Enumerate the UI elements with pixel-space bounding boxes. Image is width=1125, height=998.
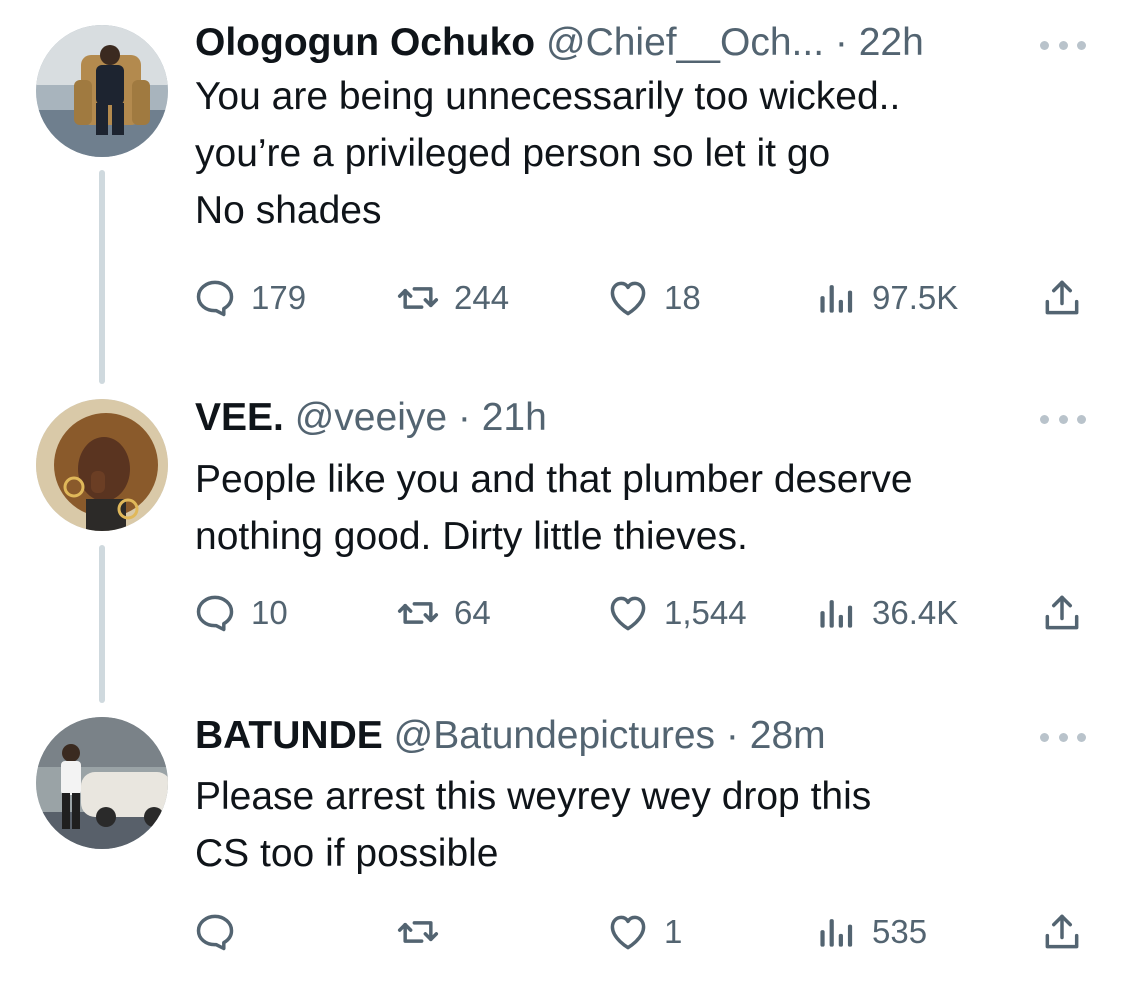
- tweet-text-line: nothing good. Dirty little thieves.: [195, 515, 748, 558]
- like-count: 18: [664, 279, 701, 316]
- reply-icon: [196, 914, 234, 951]
- tweet[interactable]: BATUNDE @Batundepictures · 28m Please ar…: [0, 713, 1125, 983]
- more-icon[interactable]: [1040, 730, 1086, 744]
- avatar-photo: [36, 25, 168, 157]
- tweet[interactable]: Ologogun Ochuko @Chief__Och... · 22h You…: [0, 20, 1125, 340]
- tweet[interactable]: VEE. @veeiye · 21h People like you and t…: [0, 395, 1125, 655]
- retweet-count: 64: [454, 594, 491, 631]
- avatar[interactable]: [36, 399, 168, 531]
- user-handle[interactable]: @Chief__Och...: [546, 21, 824, 64]
- tweet-header: VEE. @veeiye · 21h: [195, 395, 547, 441]
- tweet-text-line: You are being unnecessarily too wicked..: [195, 75, 901, 118]
- user-handle[interactable]: @veeiye: [295, 396, 447, 439]
- like-button[interactable]: 1: [606, 909, 682, 955]
- views-button[interactable]: 36.4K: [814, 590, 958, 636]
- views-count: 97.5K: [872, 279, 959, 316]
- user-handle[interactable]: @Batundepictures: [394, 714, 715, 757]
- more-icon[interactable]: [1040, 412, 1086, 426]
- like-icon: [610, 281, 646, 316]
- tweet-text-line: People like you and that plumber deserve: [195, 458, 913, 501]
- separator-dot: ·: [834, 21, 848, 64]
- tweet-text-line: No shades: [195, 189, 382, 232]
- display-name[interactable]: Ologogun Ochuko: [195, 21, 535, 64]
- share-button[interactable]: [1040, 590, 1084, 636]
- tweet-header: Ologogun Ochuko @Chief__Och... · 22h: [195, 20, 924, 66]
- retweet-button[interactable]: [396, 909, 454, 955]
- separator-dot: ·: [457, 396, 471, 439]
- reply-icon: [196, 280, 234, 317]
- retweet-button[interactable]: 244: [396, 275, 509, 321]
- views-count: 535: [872, 913, 928, 950]
- share-icon: [1045, 280, 1079, 315]
- tweet-text: People like you and that plumber deserve…: [195, 451, 913, 565]
- retweet-count: 244: [454, 279, 510, 316]
- avatar[interactable]: [36, 717, 168, 849]
- timestamp[interactable]: 28m: [750, 714, 826, 757]
- retweet-icon: [397, 921, 439, 943]
- like-button[interactable]: 1,544: [606, 590, 747, 636]
- share-button[interactable]: [1040, 909, 1084, 955]
- more-icon[interactable]: [1040, 38, 1086, 52]
- share-icon: [1045, 914, 1079, 949]
- reply-button[interactable]: 10: [193, 590, 288, 636]
- views-button[interactable]: 97.5K: [814, 275, 958, 321]
- reply-count: 179: [251, 279, 307, 316]
- reply-icon: [196, 595, 234, 632]
- like-icon: [610, 915, 646, 950]
- like-count: 1: [664, 913, 683, 950]
- tweet-header: BATUNDE @Batundepictures · 28m: [195, 713, 826, 759]
- views-count: 36.4K: [872, 594, 959, 631]
- tweet-text-line: CS too if possible: [195, 832, 499, 875]
- retweet-button[interactable]: 64: [396, 590, 491, 636]
- like-button[interactable]: 18: [606, 275, 701, 321]
- share-button[interactable]: [1040, 275, 1084, 321]
- tweet-text-line: you’re a privileged person so let it go: [195, 132, 831, 175]
- retweet-icon: [397, 602, 439, 624]
- avatar[interactable]: [36, 25, 168, 157]
- views-button[interactable]: 535: [814, 909, 927, 955]
- timestamp[interactable]: 21h: [482, 396, 547, 439]
- timestamp[interactable]: 22h: [859, 21, 924, 64]
- like-icon: [610, 596, 646, 631]
- tweet-text: You are being unnecessarily too wicked..…: [195, 68, 900, 239]
- separator-dot: ·: [725, 714, 739, 757]
- reply-button[interactable]: [193, 909, 251, 955]
- views-icon: [820, 919, 853, 947]
- avatar-photo: [36, 399, 168, 531]
- reply-count: 10: [251, 594, 288, 631]
- tweet-text-line: Please arrest this weyrey wey drop this: [195, 775, 872, 818]
- display-name[interactable]: BATUNDE: [195, 714, 383, 757]
- display-name[interactable]: VEE.: [195, 396, 284, 439]
- views-icon: [820, 285, 853, 313]
- like-count: 1,544: [664, 594, 747, 631]
- avatar-photo: [36, 717, 168, 849]
- retweet-icon: [397, 287, 439, 309]
- reply-button[interactable]: 179: [193, 275, 306, 321]
- tweet-text: Please arrest this weyrey wey drop this …: [195, 768, 871, 882]
- share-icon: [1045, 595, 1079, 630]
- views-icon: [820, 600, 853, 628]
